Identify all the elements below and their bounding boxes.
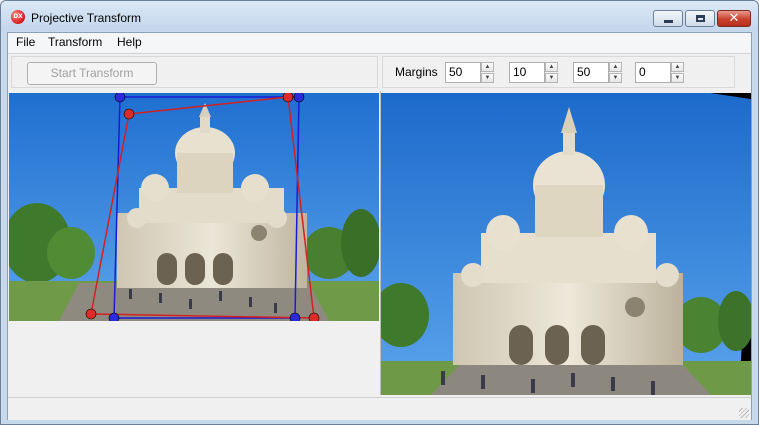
close-button[interactable]: ✕ [717,10,751,27]
spin-down-icon[interactable]: ▼ [545,73,558,83]
app-icon: DX [11,10,25,24]
menu-help[interactable]: Help [114,35,145,49]
margin-input-1[interactable]: 50 [445,62,481,83]
margin-input-3[interactable]: 50 [573,62,609,83]
status-bar [8,397,751,420]
spin-down-icon[interactable]: ▼ [481,73,494,83]
window-title: Projective Transform [31,11,142,25]
resize-grip-icon[interactable] [739,408,749,418]
spin-up-icon[interactable]: ▲ [609,62,622,72]
menu-transform[interactable]: Transform [45,35,105,49]
source-image [9,93,379,321]
result-image-panel[interactable] [381,93,751,395]
spin-down-icon[interactable]: ▼ [671,73,684,83]
margin-spinner-4[interactable]: 0 ▲ ▼ [635,62,684,83]
spin-up-icon[interactable]: ▲ [481,62,494,72]
app-window: DX Projective Transform ✕ File Transform… [0,0,759,425]
spin-up-icon[interactable]: ▲ [671,62,684,72]
margin-input-4[interactable]: 0 [635,62,671,83]
spin-up-icon[interactable]: ▲ [545,62,558,72]
spin-down-icon[interactable]: ▼ [609,73,622,83]
title-bar[interactable]: DX Projective Transform ✕ [1,1,758,31]
result-image [381,93,751,395]
minimize-icon [664,20,673,23]
margin-spinner-3[interactable]: 50 ▲ ▼ [573,62,622,83]
margins-label: Margins [395,65,438,79]
minimize-button[interactable] [653,10,683,27]
client-area: File Transform Help Start Transform Marg… [7,32,752,420]
margin-spinner-2[interactable]: 10 ▲ ▼ [509,62,558,83]
margin-input-2[interactable]: 10 [509,62,545,83]
maximize-icon [696,15,705,22]
menu-file[interactable]: File [13,35,38,49]
margin-spinner-1[interactable]: 50 ▲ ▼ [445,62,494,83]
source-image-panel[interactable] [9,93,379,321]
start-transform-button[interactable]: Start Transform [27,62,157,85]
toolbar: Start Transform Margins 50 ▲ ▼ 10 ▲ ▼ 50 [8,53,751,92]
close-icon: ✕ [728,11,740,26]
maximize-button[interactable] [685,10,715,27]
menu-bar: File Transform Help [8,33,751,52]
